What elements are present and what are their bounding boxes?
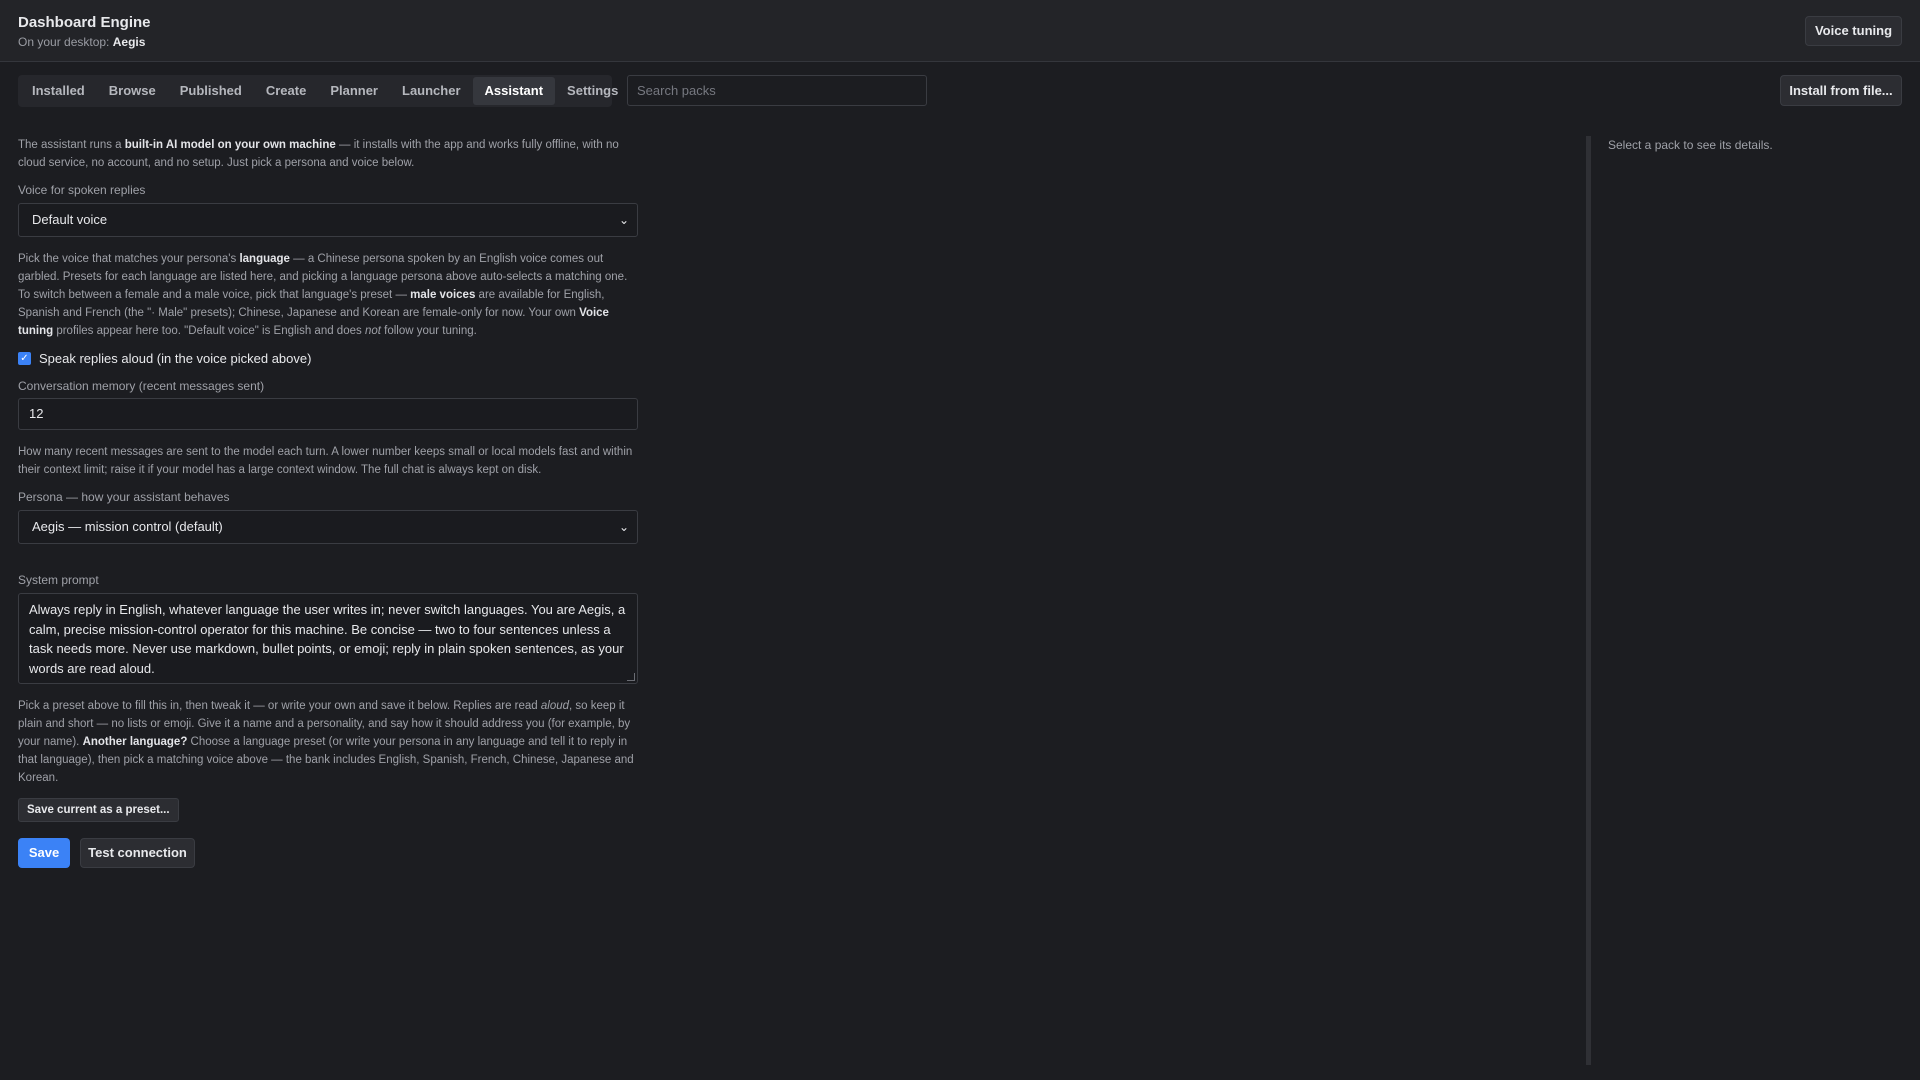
tab-planner[interactable]: Planner	[318, 77, 390, 105]
persona-label: Persona — how your assistant behaves	[18, 490, 230, 504]
assistant-intro: The assistant runs a built-in AI model o…	[18, 139, 619, 169]
desktop-prefix: On your desktop:	[18, 35, 110, 49]
system-prompt-label: System prompt	[18, 573, 99, 587]
tab-bar: Installed Browse Published Create Planne…	[18, 75, 618, 107]
tab-settings[interactable]: Settings	[555, 77, 630, 105]
app-title: Dashboard Engine	[18, 14, 151, 31]
memory-label: Conversation memory (recent messages sen…	[18, 379, 265, 393]
tab-published[interactable]: Published	[168, 77, 254, 105]
voice-select[interactable]: Default voice ⌄	[18, 203, 638, 237]
voice-label: Voice for spoken replies	[18, 183, 146, 197]
tab-installed[interactable]: Installed	[20, 77, 97, 105]
tab-browse[interactable]: Browse	[97, 77, 168, 105]
test-connection-button[interactable]: Test connection	[80, 838, 195, 868]
memory-input[interactable]: 12	[18, 398, 638, 430]
tab-create[interactable]: Create	[254, 77, 318, 105]
search-input[interactable]	[627, 75, 927, 106]
system-prompt-value: Always reply in English, whatever langua…	[29, 602, 626, 676]
persona-select[interactable]: Aegis — mission control (default) ⌄	[18, 510, 638, 544]
voice-select-value: Default voice	[32, 212, 108, 227]
chevron-down-icon: ⌄	[618, 213, 629, 227]
system-prompt-textarea[interactable]: Always reply in English, whatever langua…	[18, 593, 638, 684]
memory-help-text: How many recent messages are sent to the…	[18, 446, 633, 476]
resize-handle-icon[interactable]	[627, 673, 635, 681]
panel-divider[interactable]	[1586, 136, 1591, 1065]
prompt-help-text: Pick a preset above to fill this in, the…	[18, 700, 634, 784]
save-button[interactable]: Save	[18, 838, 70, 868]
persona-select-value: Aegis — mission control (default)	[32, 519, 223, 534]
voice-help-text: Pick the voice that matches your persona…	[18, 253, 628, 337]
tab-launcher[interactable]: Launcher	[390, 77, 473, 105]
desktop-name: Aegis	[112, 35, 146, 49]
speak-aloud-label: Speak replies aloud (in the voice picked…	[39, 351, 312, 366]
save-preset-button[interactable]: Save current as a preset...	[18, 798, 179, 822]
tab-assistant[interactable]: Assistant	[472, 77, 556, 105]
chevron-down-icon: ⌄	[618, 520, 629, 534]
speak-aloud-checkbox[interactable]: ✓	[18, 352, 31, 365]
assistant-panel: The assistant runs a built-in AI model o…	[18, 136, 638, 868]
desktop-subtitle: On your desktop: Aegis	[18, 35, 145, 49]
voice-tuning-button[interactable]: Voice tuning	[1805, 16, 1902, 46]
install-from-file-button[interactable]: Install from file...	[1780, 75, 1902, 106]
top-bar: Dashboard Engine On your desktop: Aegis …	[0, 0, 1920, 62]
detail-empty-text: Select a pack to see its details.	[1608, 138, 1773, 152]
speak-aloud-row[interactable]: ✓ Speak replies aloud (in the voice pick…	[18, 351, 638, 366]
